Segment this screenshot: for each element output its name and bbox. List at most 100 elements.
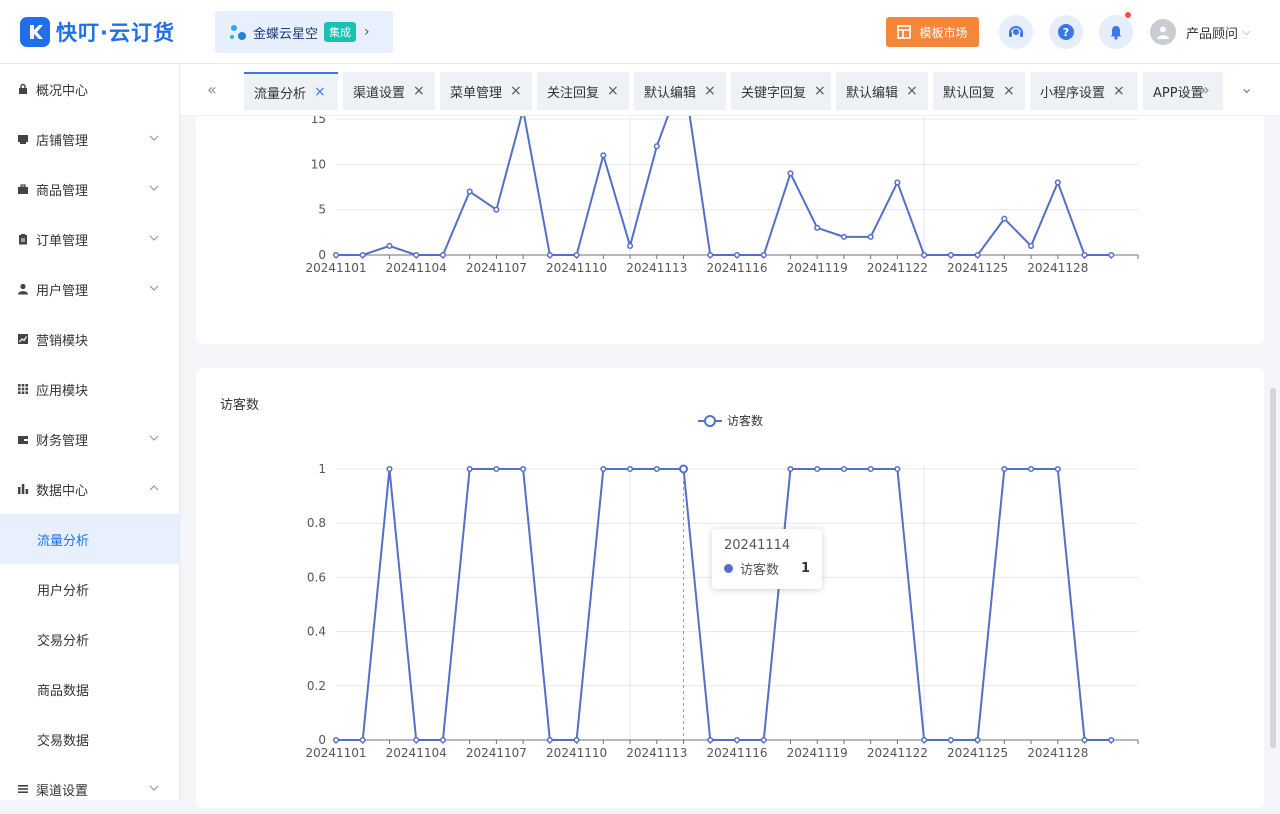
tab-9[interactable]: 小程序设置 × — [1030, 72, 1138, 110]
sidebar-item-4[interactable]: 订单管理 — [0, 214, 179, 264]
close-icon[interactable]: × — [1113, 83, 1125, 99]
legend-label: 访客数 — [727, 413, 763, 428]
user-menu[interactable]: 产品顾问 ⌵ — [1150, 18, 1250, 46]
sidebar-item-2[interactable]: 店铺管理 — [0, 114, 179, 164]
tab-1[interactable]: 流量分析 × — [244, 72, 338, 110]
close-icon[interactable]: × — [314, 84, 326, 100]
data-point — [814, 224, 821, 231]
data-point — [600, 152, 607, 159]
close-icon[interactable]: × — [510, 83, 522, 99]
sidebar-item-label: 营销模块 — [36, 333, 89, 349]
tab-8[interactable]: 默认回复 × — [933, 72, 1025, 110]
series-line — [336, 72, 1112, 256]
data-point — [760, 251, 767, 259]
y-tick-label: 0.2 — [307, 679, 326, 693]
sidebar-item-9[interactable]: 数据中心 — [0, 464, 179, 514]
sidebar-subitem-4[interactable]: 商品数据 — [0, 664, 179, 714]
data-point — [733, 736, 741, 744]
data-point — [814, 465, 821, 473]
template-market-label: 模板市场 — [919, 25, 968, 40]
page-scrollbar[interactable] — [1270, 388, 1276, 748]
data-point — [520, 465, 527, 473]
sidebar-subitem-5[interactable]: 交易数据 — [0, 714, 179, 764]
data-point — [1108, 251, 1115, 259]
sidebar-subitem-2[interactable]: 用户分析 — [0, 564, 179, 614]
tab-2[interactable]: 渠道设置 × — [343, 72, 435, 110]
customer-service-button[interactable] — [999, 15, 1033, 49]
tab-label: 关键字回复 — [741, 85, 807, 101]
data-point — [947, 251, 954, 259]
close-icon[interactable]: × — [906, 83, 918, 99]
x-tick-label: 20241110 — [546, 746, 607, 760]
sidebar-item-channel-settings[interactable]: 渠道设置 — [0, 764, 179, 814]
sidebar-item-label: 用户管理 — [36, 283, 89, 299]
sidebar-item-7[interactable]: 应用模块 — [0, 364, 179, 414]
x-tick-label: 20241104 — [386, 261, 447, 275]
close-icon[interactable]: × — [413, 83, 425, 99]
sidebar-item-label: 商品管理 — [36, 183, 89, 199]
x-tick-label: 20241104 — [386, 746, 447, 760]
x-tick-label: 20241116 — [706, 261, 767, 275]
sidebar-subitem-3[interactable]: 交易分析 — [0, 614, 179, 664]
data-point — [466, 465, 473, 473]
sidebar-item-6[interactable]: 营销模块 — [0, 314, 179, 364]
chevron-down-icon — [149, 182, 159, 197]
list-icon — [16, 782, 30, 796]
close-icon[interactable]: × — [814, 83, 826, 99]
data-point — [573, 736, 580, 744]
data-point — [1081, 251, 1088, 259]
app-logo[interactable]: 快叮·云订货 — [20, 16, 175, 48]
y-tick-label: 0.6 — [307, 570, 326, 584]
data-point — [787, 465, 794, 473]
data-point — [466, 188, 473, 195]
sidebar-item-3[interactable]: 商品管理 — [0, 164, 179, 214]
logo-mark-icon — [20, 17, 50, 47]
help-button[interactable]: ? — [1049, 15, 1083, 49]
data-point — [1028, 242, 1035, 249]
data-point — [787, 170, 794, 177]
template-icon — [897, 25, 912, 39]
briefcase-icon — [16, 182, 30, 196]
clipboard-icon — [16, 232, 30, 246]
data-point — [359, 251, 366, 259]
tab-4[interactable]: 关注回复 × — [537, 72, 629, 110]
wallet-icon — [16, 432, 30, 446]
tabs-dropdown-icon[interactable]: ⌄ — [1240, 78, 1253, 97]
close-icon[interactable]: × — [704, 83, 716, 99]
data-point — [974, 251, 981, 259]
sidebar-item-label: 订单管理 — [36, 233, 89, 249]
headset-icon — [1009, 26, 1023, 37]
sidebar-item-8[interactable]: 财务管理 — [0, 414, 179, 464]
avatar-icon — [1150, 19, 1176, 45]
tab-7[interactable]: 默认编辑 × — [836, 72, 928, 110]
notification-button[interactable] — [1099, 12, 1133, 49]
store-icon — [16, 132, 30, 146]
tab-10[interactable]: APP设置 — [1143, 72, 1223, 110]
sidebar-item-5[interactable]: 用户管理 — [0, 264, 179, 314]
integration-switcher[interactable]: 金蝶云星空 集成 › — [215, 11, 393, 53]
chevron-down-icon — [149, 232, 159, 247]
data-point — [546, 251, 553, 259]
x-tick-label: 20241116 — [706, 746, 767, 760]
y-tick-label: 10 — [311, 157, 326, 171]
legend-marker — [704, 415, 716, 427]
sidebar-item-1[interactable]: 概况中心 — [0, 64, 179, 114]
tab-3[interactable]: 菜单管理 × — [440, 72, 532, 110]
sidebar-subitem-1[interactable]: 流量分析 — [0, 514, 179, 564]
tab-5[interactable]: 默认编辑 × — [634, 72, 726, 110]
close-icon[interactable]: × — [1003, 83, 1015, 99]
close-icon[interactable]: × — [607, 83, 619, 99]
data-point — [653, 143, 660, 150]
data-point — [1081, 736, 1088, 744]
tabs-scroll-left-icon[interactable]: « — [207, 80, 217, 99]
x-tick-label: 20241107 — [466, 261, 527, 275]
tabs-scroll-right-icon[interactable]: » — [1200, 80, 1210, 99]
tooltip-value: 1 — [800, 561, 810, 576]
data-point — [359, 736, 366, 744]
lock-icon — [16, 82, 30, 96]
data-point — [386, 242, 393, 249]
tab-6[interactable]: 关键字回复 × — [731, 72, 831, 110]
x-tick-label: 20241119 — [787, 261, 848, 275]
template-market-button[interactable]: 模板市场 — [886, 17, 979, 47]
integration-badge: 集成 — [324, 22, 357, 42]
